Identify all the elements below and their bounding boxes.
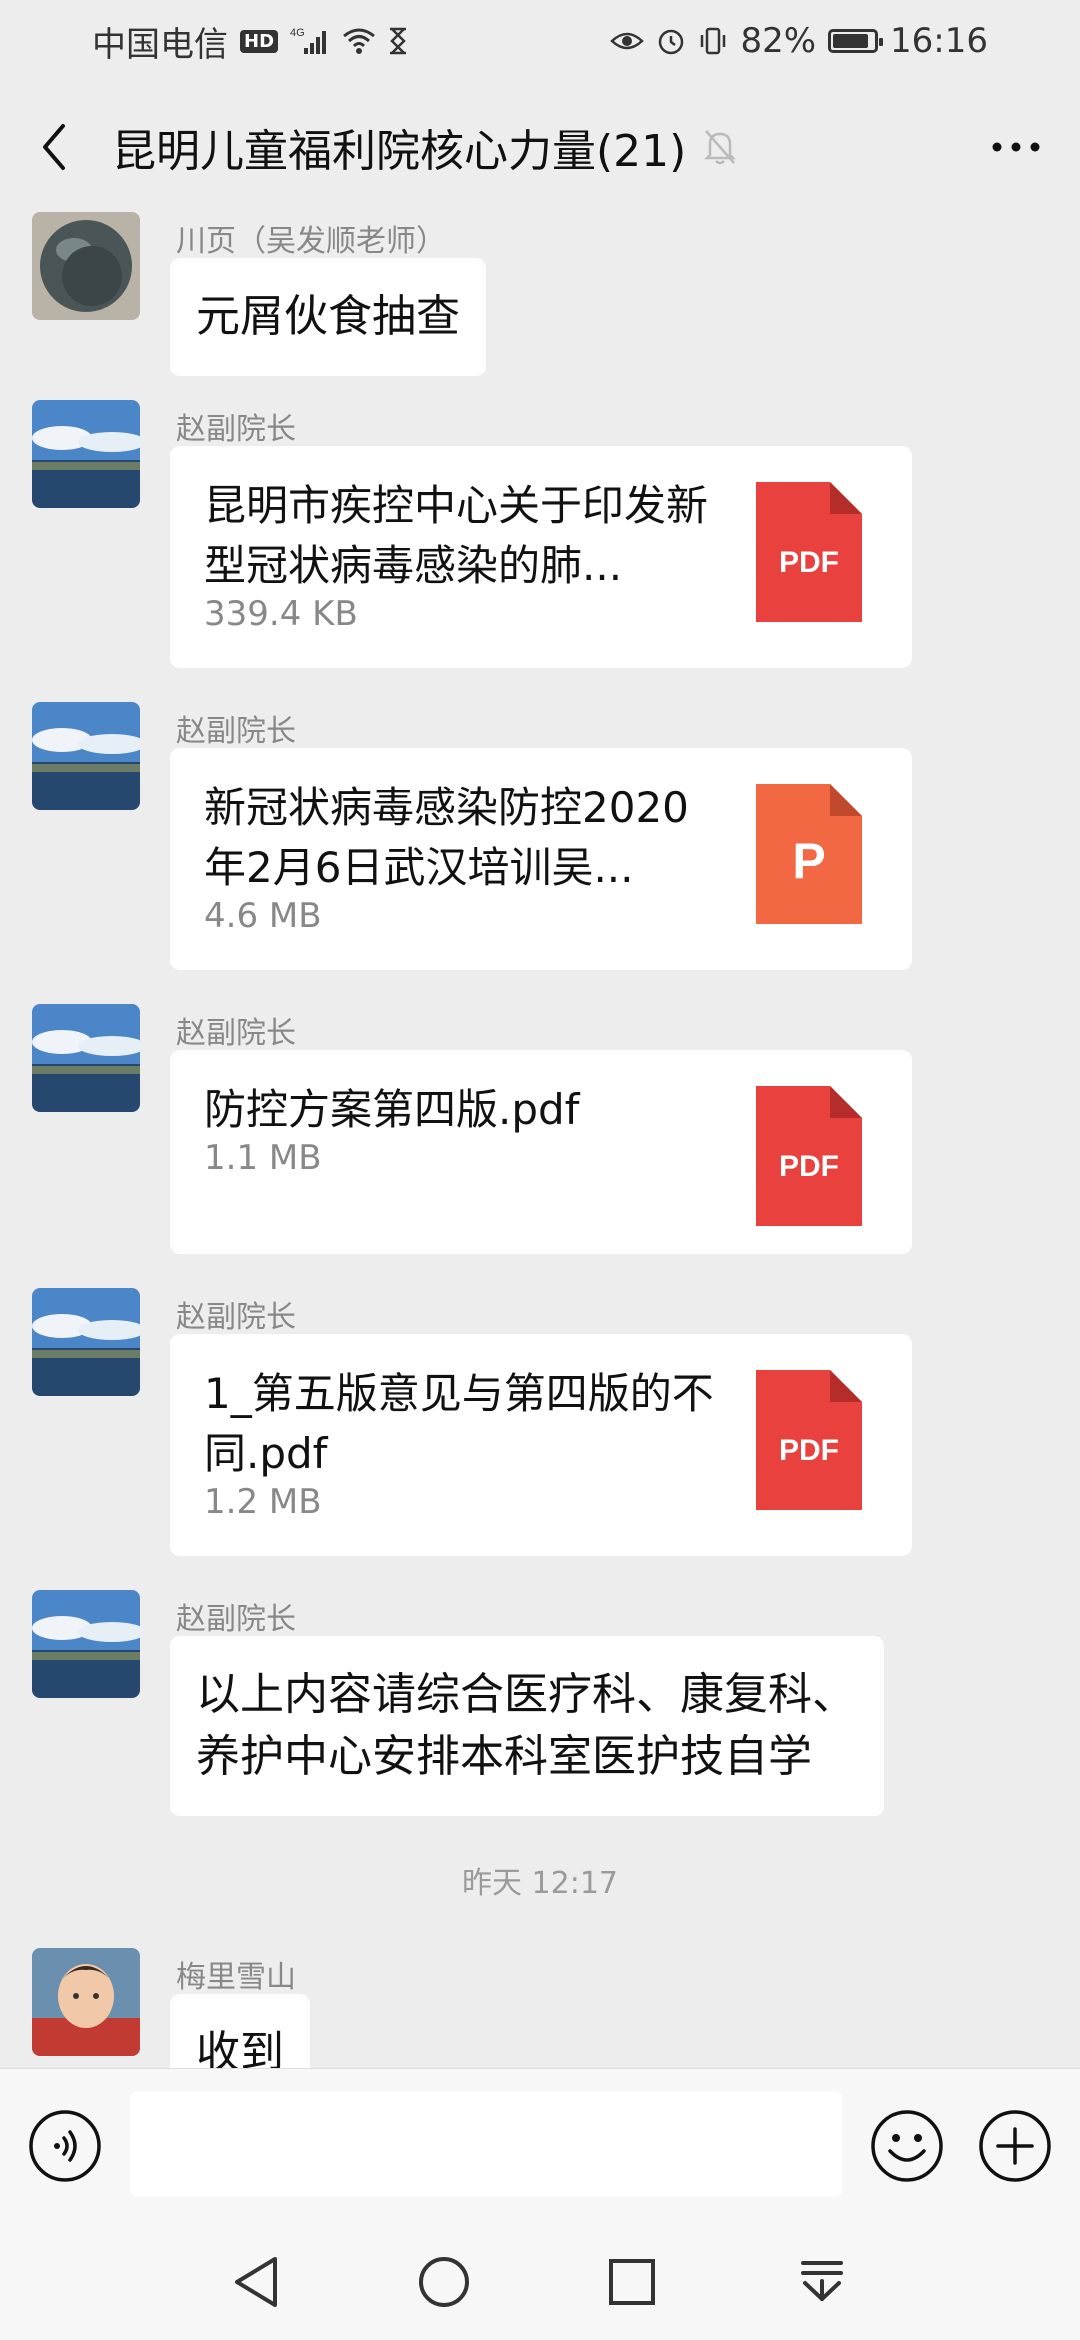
more-button[interactable] (986, 122, 1046, 172)
chevron-left-icon (43, 124, 65, 170)
file-size: 339.4 KB (204, 594, 358, 634)
nav-recents-button[interactable] (600, 2250, 664, 2314)
sender-name: 梅里雪山 (176, 1960, 296, 1995)
circle-home-icon (419, 2257, 469, 2307)
pdf-icon: PDF (756, 1086, 862, 1226)
file-name: 新冠状病毒感染防控2020年2月6日武汉培训吴... (204, 783, 689, 892)
avatar[interactable] (32, 212, 140, 320)
message-text: 收到 (196, 2027, 284, 2068)
input-bar (0, 2068, 1080, 2221)
square-recents-icon (609, 2259, 655, 2305)
bell-off-icon (702, 127, 738, 167)
file-icon-label: PDF (779, 546, 839, 579)
file-name: 1_第五版意见与第四版的不同.pdf (204, 1369, 714, 1478)
battery-icon (828, 29, 884, 53)
avatar[interactable] (32, 1590, 140, 1698)
plus-button[interactable] (978, 2109, 1052, 2183)
sender-name: 赵副院长 (176, 1016, 296, 1051)
message-bubble[interactable]: 收到 (170, 1994, 310, 2068)
plus-circle-icon (979, 2110, 1051, 2182)
file-name: 防控方案第四版.pdf (204, 1085, 580, 1134)
clock-time: 16:16 (890, 21, 988, 61)
chat-header: 昆明儿童福利院核心力量(21) (0, 82, 1080, 212)
sender-name: 赵副院长 (176, 1300, 296, 1335)
chat-area[interactable]: 川页（吴发顺老师） 元屑伙食抽查 赵副院长 昆明市疾控中心关于印发新型冠状病毒感… (0, 212, 1080, 2068)
pull-down-icon (801, 2261, 843, 2301)
back-button[interactable] (24, 107, 84, 187)
message-input[interactable] (130, 2091, 842, 2197)
file-name: 昆明市疾控中心关于印发新型冠状病毒感染的肺... (204, 481, 709, 590)
message-bubble[interactable]: 以上内容请综合医疗科、康复科、养护中心安排本科室医护技自学 (170, 1636, 884, 1816)
status-left: 中国电信 HD 4G (92, 17, 408, 66)
signal-icon: 4G (290, 26, 330, 56)
file-icon-label: P (792, 833, 826, 889)
sender-name: 赵副院长 (176, 714, 296, 749)
voice-icon (29, 2110, 101, 2182)
pdf-icon: PDF (756, 482, 862, 622)
carrier-text: 中国电信 (92, 24, 228, 65)
voice-button[interactable] (28, 2109, 102, 2183)
chat-title: 昆明儿童福利院核心力量(21) (112, 126, 687, 177)
file-card[interactable]: 新冠状病毒感染防控2020年2月6日武汉培训吴... 4.6 MB P (170, 748, 912, 970)
file-card[interactable]: 1_第五版意见与第四版的不同.pdf 1.2 MB PDF (170, 1334, 912, 1556)
sender-name: 川页（吴发顺老师） (176, 224, 446, 259)
triangle-back-icon (235, 2257, 277, 2307)
message-bubble[interactable]: 元屑伙食抽查 (170, 258, 486, 376)
file-size: 1.2 MB (204, 1482, 322, 1522)
emoji-icon (871, 2110, 943, 2182)
eye-icon (610, 29, 645, 53)
pdf-icon: PDF (756, 1370, 862, 1510)
file-card[interactable]: 防控方案第四版.pdf 1.1 MB PDF (170, 1050, 912, 1254)
file-icon-label: PDF (779, 1434, 839, 1467)
avatar[interactable] (32, 1004, 140, 1112)
nav-back-button[interactable] (224, 2250, 288, 2314)
file-size: 1.1 MB (204, 1138, 322, 1178)
status-bar: 中国电信 HD 4G 82% 16:16 (0, 0, 1080, 82)
emoji-button[interactable] (870, 2109, 944, 2183)
svg-text:4G: 4G (290, 27, 305, 39)
nav-home-button[interactable] (412, 2250, 476, 2314)
wifi-icon (342, 27, 376, 55)
more-dots-icon (992, 142, 1040, 152)
sender-name: 赵副院长 (176, 412, 296, 447)
message-text: 元屑伙食抽查 (196, 291, 460, 342)
status-right: 82% 16:16 (610, 21, 988, 61)
avatar[interactable] (32, 1288, 140, 1396)
ppt-icon: P (756, 784, 862, 924)
avatar[interactable] (32, 702, 140, 810)
message-text: 以上内容请综合医疗科、康复科、养护中心安排本科室医护技自学 (196, 1669, 856, 1782)
alarm-icon (656, 26, 686, 56)
hourglass-icon (388, 27, 408, 55)
file-card[interactable]: 昆明市疾控中心关于印发新型冠状病毒感染的肺... 339.4 KB PDF (170, 446, 912, 668)
battery-percent: 82% (740, 21, 817, 61)
system-nav-bar (0, 2220, 1080, 2340)
hd-badge: HD (240, 29, 279, 53)
nav-notification-button[interactable] (790, 2250, 854, 2314)
avatar[interactable] (32, 1948, 140, 2056)
file-size: 4.6 MB (204, 896, 322, 936)
vibrate-icon (698, 26, 728, 56)
file-icon-label: PDF (779, 1150, 839, 1183)
timestamp: 昨天 12:17 (462, 1866, 618, 1901)
avatar[interactable] (32, 400, 140, 508)
sender-name: 赵副院长 (176, 1602, 296, 1637)
